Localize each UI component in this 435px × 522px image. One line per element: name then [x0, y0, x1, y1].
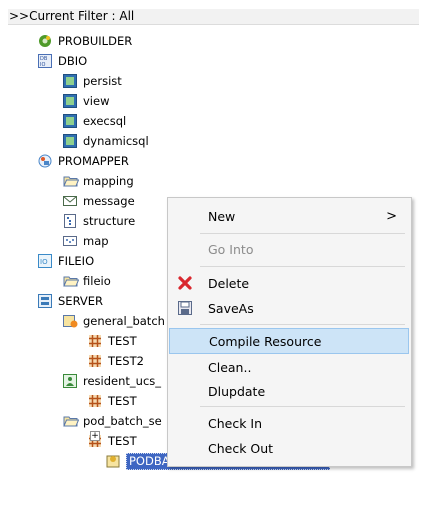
- tree-item-label: DBIO: [58, 54, 88, 68]
- tree-item-execsql[interactable]: execsql: [63, 111, 126, 131]
- tree-item-fileio-root[interactable]: IO FILEIO: [38, 251, 94, 271]
- mapper-icon: [38, 154, 52, 168]
- tree-item-map[interactable]: map: [63, 231, 109, 251]
- db-item-icon: [63, 94, 77, 108]
- menu-item-new[interactable]: New >: [169, 203, 409, 229]
- resident-icon: [63, 374, 77, 388]
- db-item-icon: [63, 134, 77, 148]
- expand-toggle[interactable]: +: [90, 431, 100, 441]
- tree-item-label: view: [83, 94, 110, 108]
- tree-item-label: execsql: [83, 114, 127, 128]
- grid-icon: [88, 334, 102, 348]
- tree-item-server[interactable]: SERVER: [38, 291, 103, 311]
- tree-item-message[interactable]: message: [63, 191, 135, 211]
- save-disk-icon: [177, 300, 193, 316]
- tree-item-probuilder[interactable]: PROBUILDER: [38, 31, 132, 51]
- menu-item-check-out[interactable]: Check Out: [169, 435, 409, 461]
- folder-icon: [63, 274, 79, 288]
- menu-separator: [200, 233, 405, 234]
- menu-item-saveas[interactable]: SaveAs: [169, 295, 409, 321]
- tree-item-label: message: [83, 194, 135, 208]
- tree-item-label: mapping: [83, 174, 134, 188]
- tree-item-promapper[interactable]: PROMAPPER: [38, 151, 129, 171]
- tree-item-label: map: [83, 234, 109, 248]
- batch-folder-icon: [63, 314, 78, 328]
- tree-item-dynamicsql[interactable]: dynamicsql: [63, 131, 149, 151]
- dbio-icon: DB IO: [38, 54, 52, 68]
- tree-item-persist[interactable]: persist: [63, 71, 122, 91]
- tree-item-label: persist: [83, 74, 122, 88]
- menu-item-compile-resource[interactable]: Compile Resource: [169, 328, 409, 354]
- menu-item-clean[interactable]: Clean..: [169, 354, 409, 380]
- tree-item-test[interactable]: TEST: [88, 391, 137, 411]
- tree-item-label: SERVER: [58, 294, 104, 308]
- delete-x-icon: [177, 275, 193, 291]
- tree-item-general-batch[interactable]: general_batch: [63, 311, 165, 331]
- tree-item-label: TEST: [108, 434, 137, 448]
- tree-item-pod-batch[interactable]: pod_batch_se: [63, 411, 162, 431]
- chevron-right-icon: >: [386, 208, 397, 224]
- tree-item-test[interactable]: TEST: [88, 331, 137, 351]
- menu-separator: [200, 406, 405, 407]
- tree-item-dbio[interactable]: DB IO DBIO: [38, 51, 87, 71]
- tree-item-label: TEST: [108, 334, 137, 348]
- menu-item-delete[interactable]: Delete: [169, 270, 409, 296]
- context-menu: New > Go Into Delete SaveAs Compile Reso…: [167, 197, 412, 467]
- db-item-icon: [63, 74, 77, 88]
- tree-item-label: pod_batch_se: [83, 414, 162, 428]
- tree-item-label: TEST: [108, 394, 137, 408]
- tree-item-label: TEST2: [108, 354, 144, 368]
- grid-icon: [88, 394, 102, 408]
- map-icon: [63, 234, 77, 248]
- menu-separator: [200, 324, 405, 325]
- tree-item-label: dynamicsql: [83, 134, 149, 148]
- tree-item-fileio[interactable]: fileio: [63, 271, 111, 291]
- folder-icon: [63, 174, 79, 188]
- tree-item-label: resident_ucs_: [83, 374, 162, 388]
- db-item-icon: [63, 114, 77, 128]
- tree-item-test2[interactable]: TEST2: [88, 351, 144, 371]
- tree-item-label: PROBUILDER: [58, 34, 133, 48]
- tree-item-label: structure: [83, 214, 136, 228]
- menu-item-dlupdate[interactable]: Dlupdate: [169, 378, 409, 404]
- pod-icon: [106, 454, 120, 468]
- fileio-icon: IO: [38, 254, 52, 268]
- folder-icon: [63, 414, 79, 428]
- tree-item-label: fileio: [83, 274, 111, 288]
- grid-icon: [88, 354, 102, 368]
- tree-item-mapping[interactable]: mapping: [63, 171, 134, 191]
- current-filter-bar: >>Current Filter : All: [8, 9, 419, 25]
- menu-separator: [200, 266, 405, 267]
- menu-item-check-in[interactable]: Check In: [169, 410, 409, 436]
- structure-icon: [63, 214, 77, 228]
- server-icon: [38, 294, 52, 308]
- tree-item-label: general_batch: [83, 314, 165, 328]
- tree-item-structure[interactable]: structure: [63, 211, 135, 231]
- svg-text:IO: IO: [40, 258, 48, 266]
- tree-item-label: PROMAPPER: [58, 154, 129, 168]
- tree-item-view[interactable]: view: [63, 91, 109, 111]
- envelope-icon: [63, 194, 77, 208]
- tree-item-resident-ucs[interactable]: resident_ucs_: [63, 371, 161, 391]
- menu-item-go-into: Go Into: [208, 241, 254, 257]
- tree-item-label: FILEIO: [58, 254, 95, 268]
- svg-text:IO: IO: [40, 62, 45, 68]
- gear-green-icon: [38, 34, 52, 48]
